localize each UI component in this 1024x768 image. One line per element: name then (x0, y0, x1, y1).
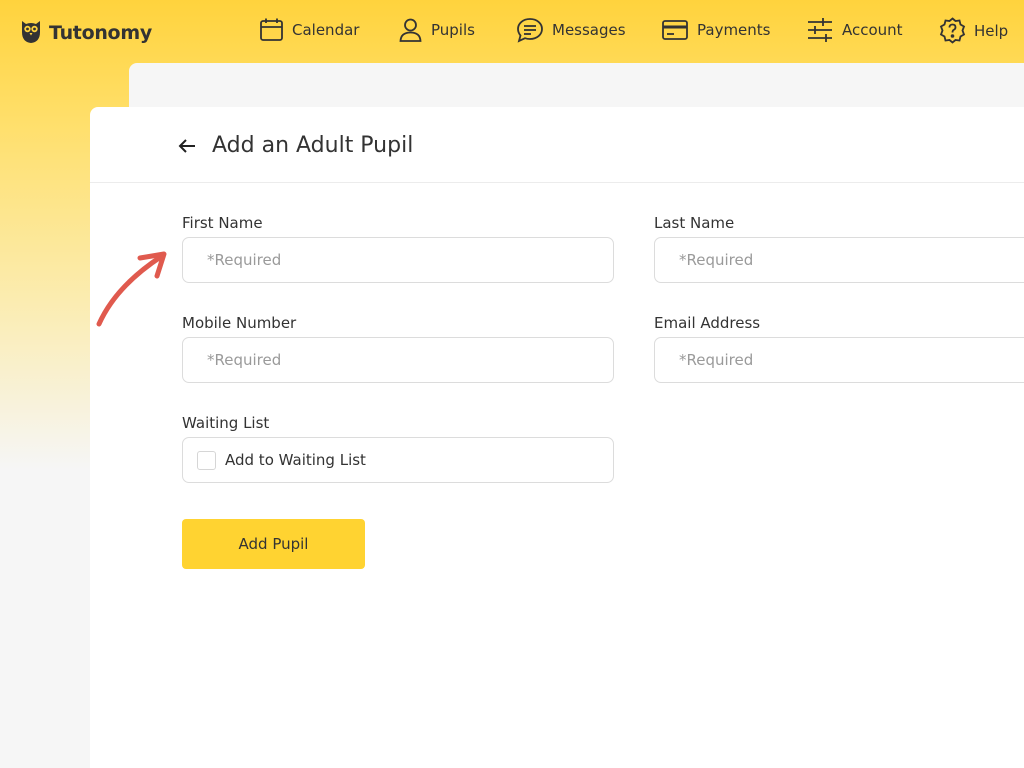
mobile-number-label: Mobile Number (182, 314, 297, 332)
annotation-arrow-icon (94, 250, 174, 334)
email-address-field (654, 337, 1024, 383)
back-arrow-icon[interactable] (178, 138, 196, 158)
top-navbar: Tutonomy Calendar Pupils Messages Paymen… (0, 0, 1024, 62)
waiting-list-label: Waiting List (182, 414, 270, 432)
last-name-input[interactable] (655, 238, 1024, 282)
nav-item-calendar[interactable]: Calendar (259, 17, 359, 43)
email-address-input[interactable] (655, 338, 1024, 382)
mobile-number-input[interactable] (183, 338, 613, 382)
sliders-icon (806, 17, 834, 43)
logo[interactable]: Tutonomy (20, 18, 152, 48)
first-name-input[interactable] (183, 238, 613, 282)
app-name: Tutonomy (49, 22, 152, 44)
nav-item-help[interactable]: Help (939, 17, 1008, 44)
nav-label: Messages (552, 21, 626, 39)
nav-item-payments[interactable]: Payments (661, 17, 770, 43)
page-title: Add an Adult Pupil (212, 133, 414, 158)
add-pupil-button[interactable]: Add Pupil (182, 519, 365, 569)
waiting-list-field[interactable]: Add to Waiting List (182, 437, 614, 483)
credit-card-icon (661, 17, 689, 43)
nav-item-messages[interactable]: Messages (516, 17, 626, 43)
first-name-label: First Name (182, 214, 263, 232)
card-header: Add an Adult Pupil (90, 107, 1024, 183)
calendar-icon (259, 17, 284, 43)
nav-label: Pupils (431, 21, 475, 39)
nav-label: Payments (697, 21, 771, 39)
nav-item-pupils[interactable]: Pupils (398, 17, 475, 43)
last-name-field (654, 237, 1024, 283)
add-pupil-card: Add an Adult Pupil First Name Last Name … (90, 107, 1024, 768)
last-name-label: Last Name (654, 214, 735, 232)
nav-label: Calendar (292, 21, 360, 39)
nav-label: Help (974, 21, 1009, 40)
email-address-label: Email Address (654, 314, 761, 332)
owl-logo-icon (20, 18, 42, 48)
mobile-number-field (182, 337, 614, 383)
waiting-list-checkbox[interactable] (197, 451, 216, 470)
waiting-list-checkbox-label[interactable]: Add to Waiting List (225, 451, 366, 469)
nav-label: Account (842, 21, 903, 39)
user-icon (398, 17, 423, 43)
first-name-field (182, 237, 614, 283)
chat-bubble-icon (516, 17, 544, 43)
nav-item-account[interactable]: Account (806, 17, 903, 43)
help-icon (939, 17, 966, 44)
